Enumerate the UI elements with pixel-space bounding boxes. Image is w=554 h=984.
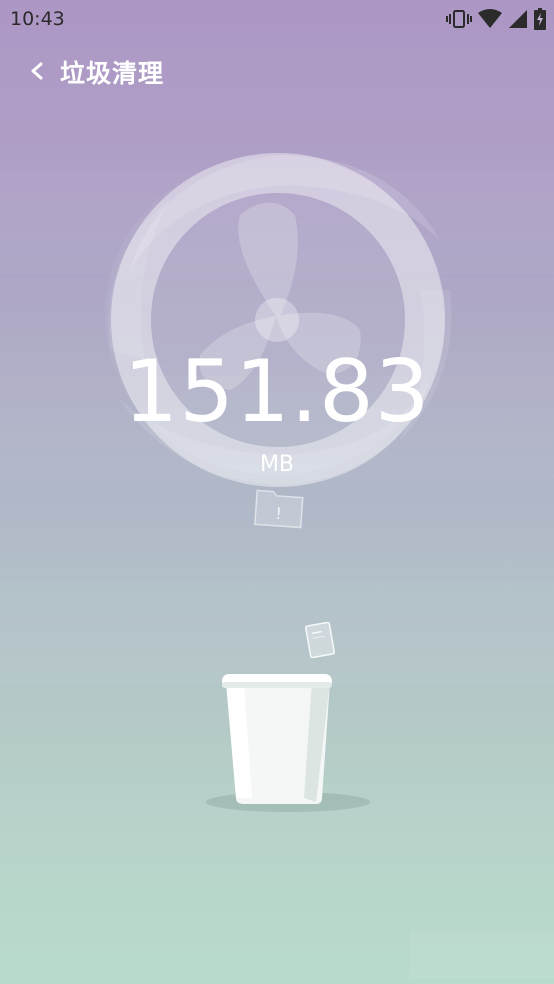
file-icon — [303, 620, 337, 660]
battery-icon — [534, 8, 546, 30]
header: 垃圾清理 — [0, 48, 554, 98]
status-bar: 10:43 — [0, 0, 554, 40]
folder-warning-icon: ! — [252, 486, 306, 530]
folder-warning-mark: ! — [275, 504, 283, 523]
back-button[interactable] — [24, 56, 52, 86]
junk-size-unit: MB — [259, 452, 295, 477]
vibrate-icon — [446, 10, 472, 28]
junk-size-value: 151.83 — [123, 342, 431, 442]
bottom-overlay — [410, 930, 554, 978]
page-title: 垃圾清理 — [60, 59, 165, 88]
wifi-icon — [478, 9, 502, 28]
signal-icon — [509, 10, 527, 28]
status-time: 10:43 — [10, 8, 65, 30]
chevron-left-icon — [31, 62, 43, 80]
status-icons — [446, 8, 546, 30]
trash-can-icon — [200, 668, 372, 818]
